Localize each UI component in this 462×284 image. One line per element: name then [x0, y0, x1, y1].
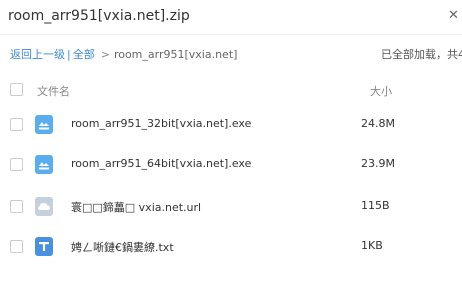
file-size: 23.9M: [361, 157, 395, 170]
url-file-icon: [35, 197, 53, 216]
back-link[interactable]: 返回上一级: [10, 48, 65, 61]
select-all-checkbox[interactable]: [10, 83, 23, 96]
column-header-name[interactable]: 文件名: [37, 83, 70, 99]
file-size: 1KB: [361, 239, 383, 252]
file-row[interactable]: room_arr951_32bit[vxia.net].exe 24.8M: [0, 106, 462, 144]
current-folder: room_arr951[vxia.net]: [113, 48, 238, 61]
window-title: room_arr951[vxia.net].zip: [8, 8, 190, 24]
row-checkbox[interactable]: [10, 118, 23, 131]
column-header-size[interactable]: 大小: [370, 83, 392, 99]
file-size: 115B: [361, 199, 390, 212]
all-files-link[interactable]: 全部: [73, 48, 95, 61]
row-checkbox[interactable]: [10, 158, 23, 171]
breadcrumb-arrow: >: [100, 48, 110, 61]
row-checkbox[interactable]: [10, 200, 23, 213]
file-size: 24.8M: [361, 117, 395, 130]
txt-file-icon: [35, 237, 53, 256]
file-row[interactable]: 寰□□鍗藟□ vxia.net.url 115B: [0, 188, 462, 226]
file-name[interactable]: 娉ㄥ唽鏈€鍋婁繚.txt: [71, 239, 174, 255]
file-name[interactable]: room_arr951_32bit[vxia.net].exe: [71, 117, 251, 130]
load-status: 已全部加载，共4个: [381, 48, 462, 61]
exe-file-icon: [35, 155, 53, 174]
file-list-header: 文件名 大小: [0, 72, 462, 106]
breadcrumb-bar: 返回上一级|全部 >room_arr951[vxia.net] 已全部加载，共4个: [0, 36, 462, 70]
close-icon[interactable]: ✕: [448, 8, 459, 23]
file-row[interactable]: 娉ㄥ唽鏈€鍋婁繚.txt 1KB: [0, 228, 462, 266]
breadcrumb: 返回上一级 | 全部 > room_arr951[vxia.net]: [10, 46, 237, 62]
file-name[interactable]: room_arr951_64bit[vxia.net].exe: [71, 157, 251, 170]
file-row[interactable]: room_arr951_64bit[vxia.net].exe 23.9M: [0, 146, 462, 184]
breadcrumb-separator: |: [67, 48, 71, 61]
row-checkbox[interactable]: [10, 240, 23, 253]
title-bar: room_arr951[vxia.net].zip ✕: [0, 0, 462, 35]
exe-file-icon: [35, 115, 53, 134]
file-name[interactable]: 寰□□鍗藟□ vxia.net.url: [71, 199, 201, 215]
